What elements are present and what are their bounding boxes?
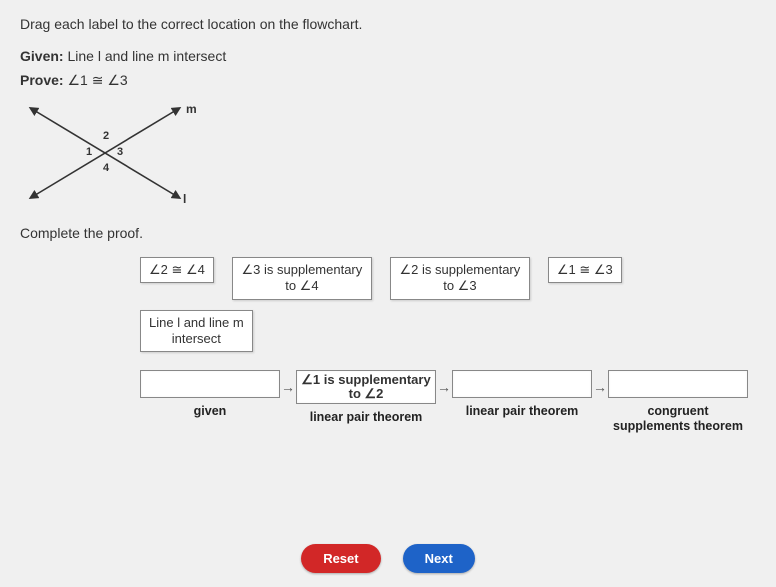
flow-cell-1: ∠1 is supplementary to ∠2 linear pair th… xyxy=(296,370,436,425)
drop-spot-linear-pair-2[interactable] xyxy=(452,370,592,398)
button-row: Reset Next xyxy=(0,544,776,573)
prove-line: Prove: ∠1 ≅ ∠3 xyxy=(20,72,756,89)
flow-caption-lp1: linear pair theorem xyxy=(296,410,436,425)
angle-2-label: 2 xyxy=(103,130,109,142)
drag-label-angle1-cong-angle3[interactable]: ∠1 ≅ ∠3 xyxy=(548,257,622,283)
prove-text: ∠1 ≅ ∠3 xyxy=(64,72,128,88)
flow-caption-given: given xyxy=(140,404,280,419)
instructions-text: Drag each label to the correct location … xyxy=(20,16,756,32)
prove-prefix: Prove: xyxy=(20,72,64,88)
bank-row-2: Line l and line m intersect xyxy=(140,310,756,353)
flowchart-row: given → ∠1 is supplementary to ∠2 linear… xyxy=(140,370,756,434)
given-prefix: Given: xyxy=(20,48,64,64)
reset-button[interactable]: Reset xyxy=(301,544,380,573)
bank-row-1: ∠2 ≅ ∠4 ∠3 is supplementary to ∠4 ∠2 is … xyxy=(140,257,756,300)
flow-arrow-0: → xyxy=(280,370,296,404)
flow-cell-2: linear pair theorem xyxy=(452,370,592,419)
line-m-label: m xyxy=(186,102,197,116)
complete-proof-text: Complete the proof. xyxy=(20,225,756,241)
given-line: Given: Line l and line m intersect xyxy=(20,48,756,64)
drop-spot-congruent-supp[interactable] xyxy=(608,370,748,398)
drag-label-lines-intersect[interactable]: Line l and line m intersect xyxy=(140,310,253,353)
intersecting-lines-diagram: m l 2 1 3 4 xyxy=(20,97,200,217)
next-button[interactable]: Next xyxy=(403,544,475,573)
flow-caption-lp2: linear pair theorem xyxy=(452,404,592,419)
drop-spot-given[interactable] xyxy=(140,370,280,398)
line-l-label: l xyxy=(183,192,186,206)
drag-label-angle2-cong-angle4[interactable]: ∠2 ≅ ∠4 xyxy=(140,257,214,283)
diagram-svg: m l 2 1 3 4 xyxy=(20,97,200,217)
angle-4-label: 4 xyxy=(103,162,110,174)
drop-spot-linear-pair-1[interactable]: ∠1 is supplementary to ∠2 xyxy=(296,370,436,404)
label-bank: ∠2 ≅ ∠4 ∠3 is supplementary to ∠4 ∠2 is … xyxy=(140,257,756,352)
drag-label-angle3-supp-angle4[interactable]: ∠3 is supplementary to ∠4 xyxy=(232,257,372,300)
flow-arrow-1: → xyxy=(436,370,452,404)
angle-3-label: 3 xyxy=(117,146,123,158)
angle-1-label: 1 xyxy=(86,146,92,158)
drag-label-angle2-supp-angle3[interactable]: ∠2 is supplementary to ∠3 xyxy=(390,257,530,300)
drop-spot-linear-pair-1-content: ∠1 is supplementary to ∠2 xyxy=(301,373,430,402)
flow-arrow-2: → xyxy=(592,370,608,404)
given-text: Line l and line m intersect xyxy=(64,48,227,64)
flow-caption-cst: congruent supplements theorem xyxy=(608,404,748,434)
flow-cell-0: given xyxy=(140,370,280,419)
flow-cell-3: congruent supplements theorem xyxy=(608,370,748,434)
